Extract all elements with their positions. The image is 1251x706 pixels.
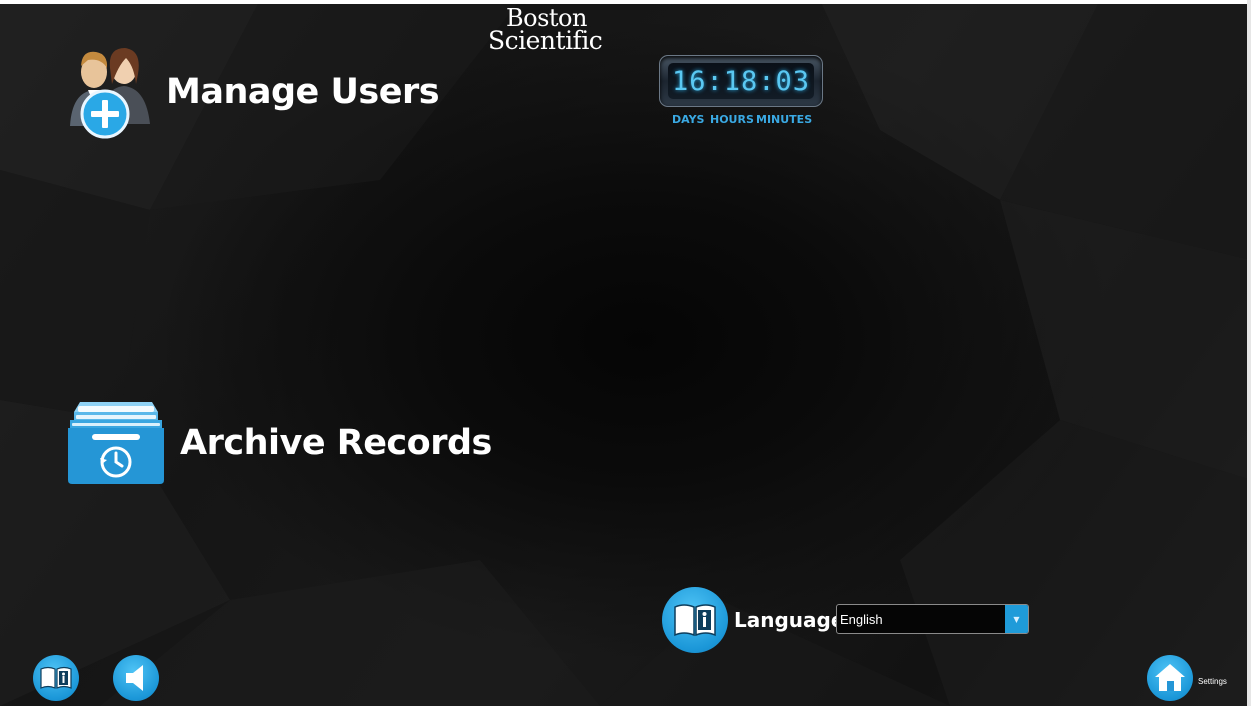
timer-minutes-label: MINUTES [756,113,813,126]
countdown-timer: 16:18:03 DAYS HOURS MINUTES [659,55,823,129]
timer-days-label: DAYS [672,113,705,126]
manual-info-icon [674,604,716,637]
timer-display-bezel: 16:18:03 [659,55,823,107]
settings-label: Settings [1198,677,1227,686]
home-icon [1155,664,1185,691]
help-manual-button[interactable] [33,655,79,701]
chevron-down-icon[interactable]: ▼ [1005,605,1028,633]
language-manual-button[interactable] [662,587,728,653]
settings-home-button[interactable] [1147,655,1193,701]
language-select[interactable]: English ▼ [836,604,1029,634]
timer-screen: 16:18:03 [668,63,814,99]
archive-records-tile[interactable]: Archive Records [66,398,492,488]
manual-info-icon [40,666,72,689]
window-right-edge [1247,0,1251,706]
language-selected-value: English [840,612,883,627]
manage-users-tile[interactable]: Manage Users [68,44,440,140]
window-top-edge [0,0,1251,4]
language-label: Language [734,608,845,632]
speaker-icon [126,665,143,691]
sound-button[interactable] [113,655,159,701]
users-add-icon [70,48,150,139]
archive-records-label: Archive Records [180,423,492,463]
logo-line-2: Scientific [488,26,603,55]
timer-value: 16:18:03 [671,65,811,97]
manage-users-label: Manage Users [166,72,440,112]
timer-hours-label: HOURS [710,113,754,126]
boston-scientific-logo: Boston Scientific [488,6,628,56]
archive-drawer-icon [68,402,164,484]
